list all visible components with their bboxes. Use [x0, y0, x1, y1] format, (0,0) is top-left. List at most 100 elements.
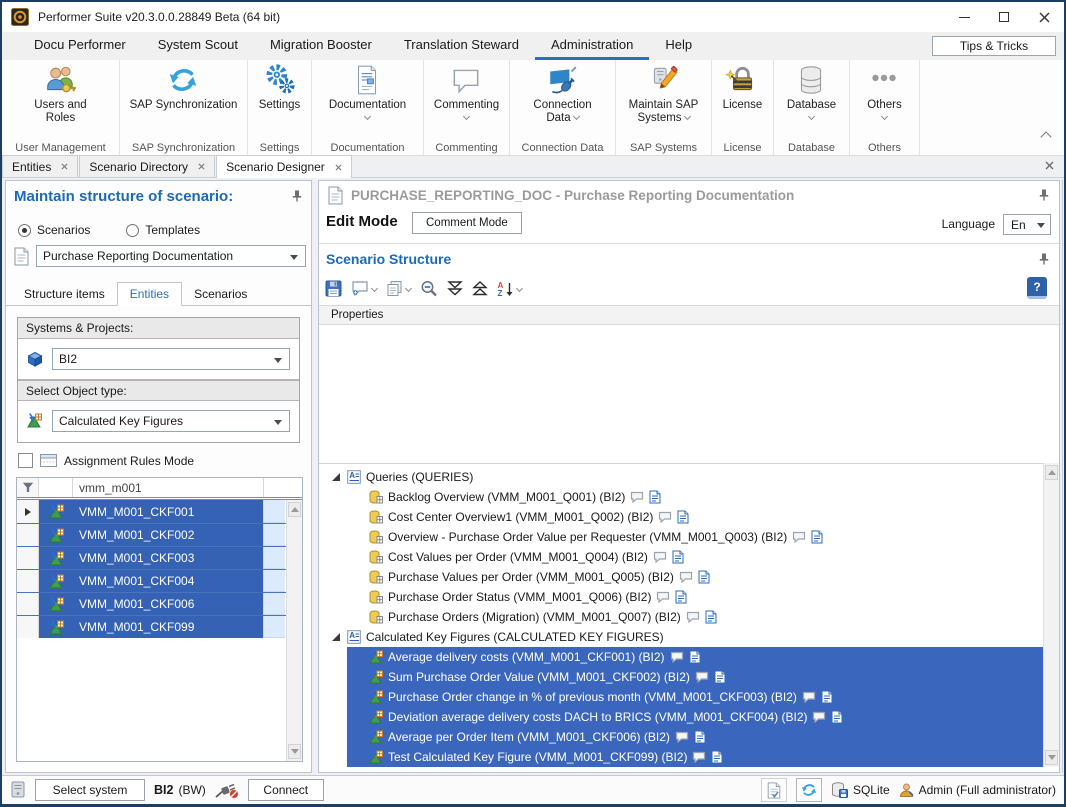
- connection-data-button[interactable]: Connection Data: [528, 63, 598, 125]
- tree-item-selected[interactable]: Sum Purchase Order Value (VMM_M001_CKF00…: [347, 667, 1045, 687]
- tree-item[interactable]: Purchase Values per Order (VMM_M001_Q005…: [319, 567, 1045, 587]
- document-icon[interactable]: [705, 610, 717, 624]
- comment-mode-button[interactable]: Comment Mode: [412, 212, 522, 234]
- comment-bubble-icon[interactable]: [695, 671, 709, 683]
- filter-input[interactable]: vmm_m001: [73, 478, 264, 497]
- document-icon[interactable]: [811, 530, 823, 544]
- license-button[interactable]: License: [723, 63, 763, 112]
- documentation-button[interactable]: Documentation: [329, 63, 406, 119]
- close-icon[interactable]: [61, 163, 68, 170]
- report-button[interactable]: [761, 778, 787, 802]
- copy-structure-tool[interactable]: [386, 280, 411, 297]
- comment-bubble-icon[interactable]: [802, 691, 816, 703]
- menu-docu-performer[interactable]: Docu Performer: [18, 32, 142, 60]
- table-scrollbar[interactable]: [286, 500, 302, 761]
- minimize-button[interactable]: [944, 2, 984, 32]
- tree-item[interactable]: Purchase Order Status (VMM_M001_Q006) (B…: [319, 587, 1045, 607]
- scenario-dropdown[interactable]: Purchase Reporting Documentation: [36, 245, 306, 267]
- tab-scenario-designer[interactable]: Scenario Designer: [216, 155, 352, 178]
- users-and-roles-button[interactable]: Users and Roles: [26, 63, 96, 125]
- table-row[interactable]: VMM_M001_CKF099: [17, 615, 302, 638]
- expander-icon[interactable]: [332, 633, 340, 641]
- pin-icon[interactable]: [292, 190, 302, 202]
- table-row[interactable]: VMM_M001_CKF001: [17, 500, 302, 523]
- comment-bubble-icon[interactable]: [692, 751, 706, 763]
- tree-section-calculated-key-figures[interactable]: Calculated Key Figures (CALCULATED KEY F…: [319, 627, 1045, 647]
- close-icon[interactable]: [198, 163, 205, 170]
- tree-item[interactable]: Overview - Purchase Order Value per Requ…: [319, 527, 1045, 547]
- comment-tool[interactable]: [351, 280, 377, 296]
- others-button[interactable]: Others: [867, 63, 902, 119]
- scroll-down-icon[interactable]: [1045, 750, 1058, 765]
- assignment-rules-checkbox[interactable]: [18, 453, 33, 468]
- zoom-icon[interactable]: [420, 280, 438, 297]
- document-icon[interactable]: [831, 710, 843, 724]
- document-icon[interactable]: [694, 730, 706, 744]
- collapse-all-icon[interactable]: [472, 280, 488, 297]
- menu-translation-steward[interactable]: Translation Steward: [388, 32, 535, 60]
- document-icon[interactable]: [672, 550, 684, 564]
- sap-synchronization-button[interactable]: SAP Synchronization: [130, 63, 238, 112]
- system-dropdown[interactable]: BI2: [52, 348, 290, 370]
- document-icon[interactable]: [675, 590, 687, 604]
- settings-button[interactable]: Settings: [259, 63, 301, 112]
- pin-icon[interactable]: [1039, 189, 1049, 201]
- document-icon[interactable]: [714, 670, 726, 684]
- comment-bubble-icon[interactable]: [792, 531, 806, 543]
- radio-scenarios[interactable]: Scenarios: [18, 223, 90, 237]
- document-icon[interactable]: [649, 490, 661, 504]
- document-icon[interactable]: [821, 690, 833, 704]
- document-icon[interactable]: [711, 750, 723, 764]
- table-row[interactable]: VMM_M001_CKF002: [17, 523, 302, 546]
- tab-scenario-directory[interactable]: Scenario Directory: [79, 155, 215, 177]
- comment-bubble-icon[interactable]: [630, 491, 644, 503]
- tree-scrollbar[interactable]: [1043, 463, 1059, 767]
- tab-entities[interactable]: Entities: [2, 155, 78, 177]
- properties-bar[interactable]: Properties: [319, 305, 1059, 325]
- save-icon[interactable]: [325, 280, 342, 297]
- tree-item-selected[interactable]: Test Calculated Key Figure (VMM_M001_CKF…: [347, 747, 1045, 767]
- close-button[interactable]: [1024, 2, 1064, 32]
- table-row[interactable]: VMM_M001_CKF003: [17, 546, 302, 569]
- comment-bubble-icon[interactable]: [653, 551, 667, 563]
- comment-bubble-icon[interactable]: [675, 731, 689, 743]
- expander-icon[interactable]: [332, 473, 340, 481]
- comment-bubble-icon[interactable]: [812, 711, 826, 723]
- table-row[interactable]: VMM_M001_CKF006: [17, 592, 302, 615]
- tree-section-queries[interactable]: Queries (QUERIES): [319, 467, 1045, 487]
- maximize-button[interactable]: [984, 2, 1024, 32]
- menu-migration-booster[interactable]: Migration Booster: [254, 32, 388, 60]
- select-system-button[interactable]: Select system: [35, 779, 145, 801]
- commenting-button[interactable]: Commenting: [434, 63, 499, 119]
- pin-icon[interactable]: [1039, 253, 1049, 265]
- language-dropdown[interactable]: En: [1003, 214, 1051, 235]
- connect-button[interactable]: Connect: [248, 779, 324, 801]
- document-icon[interactable]: [677, 510, 689, 524]
- subtab-entities[interactable]: Entities: [117, 282, 182, 306]
- radio-templates[interactable]: Templates: [126, 223, 200, 237]
- ribbon-collapse-icon[interactable]: [1040, 131, 1051, 142]
- document-icon[interactable]: [689, 650, 701, 664]
- comment-bubble-icon[interactable]: [686, 611, 700, 623]
- object-type-dropdown[interactable]: Calculated Key Figures: [52, 410, 290, 432]
- tree-item-selected[interactable]: Average per Order Item (VMM_M001_CKF006)…: [347, 727, 1045, 747]
- comment-bubble-icon[interactable]: [656, 591, 670, 603]
- filter-cell[interactable]: [17, 478, 39, 497]
- expand-all-icon[interactable]: [447, 280, 463, 297]
- subtab-structure-items[interactable]: Structure items: [12, 283, 117, 305]
- database-button[interactable]: Database: [787, 63, 836, 119]
- menu-system-scout[interactable]: System Scout: [142, 32, 254, 60]
- comment-bubble-icon[interactable]: [679, 571, 693, 583]
- comment-bubble-icon[interactable]: [670, 651, 684, 663]
- tree-item-selected[interactable]: Average delivery costs (VMM_M001_CKF001)…: [347, 647, 1045, 667]
- help-button[interactable]: ?: [1027, 277, 1047, 299]
- menu-administration[interactable]: Administration: [535, 32, 649, 60]
- refresh-button[interactable]: [796, 778, 822, 802]
- tips-and-tricks-button[interactable]: Tips & Tricks: [932, 36, 1056, 56]
- document-icon[interactable]: [698, 570, 710, 584]
- tree-item-selected[interactable]: Purchase Order change in % of previous m…: [347, 687, 1045, 707]
- subtab-scenarios[interactable]: Scenarios: [182, 283, 259, 305]
- table-row[interactable]: VMM_M001_CKF004: [17, 569, 302, 592]
- tabbar-close-button[interactable]: [1045, 159, 1054, 173]
- maintain-sap-systems-button[interactable]: Maintain SAP Systems: [623, 63, 705, 125]
